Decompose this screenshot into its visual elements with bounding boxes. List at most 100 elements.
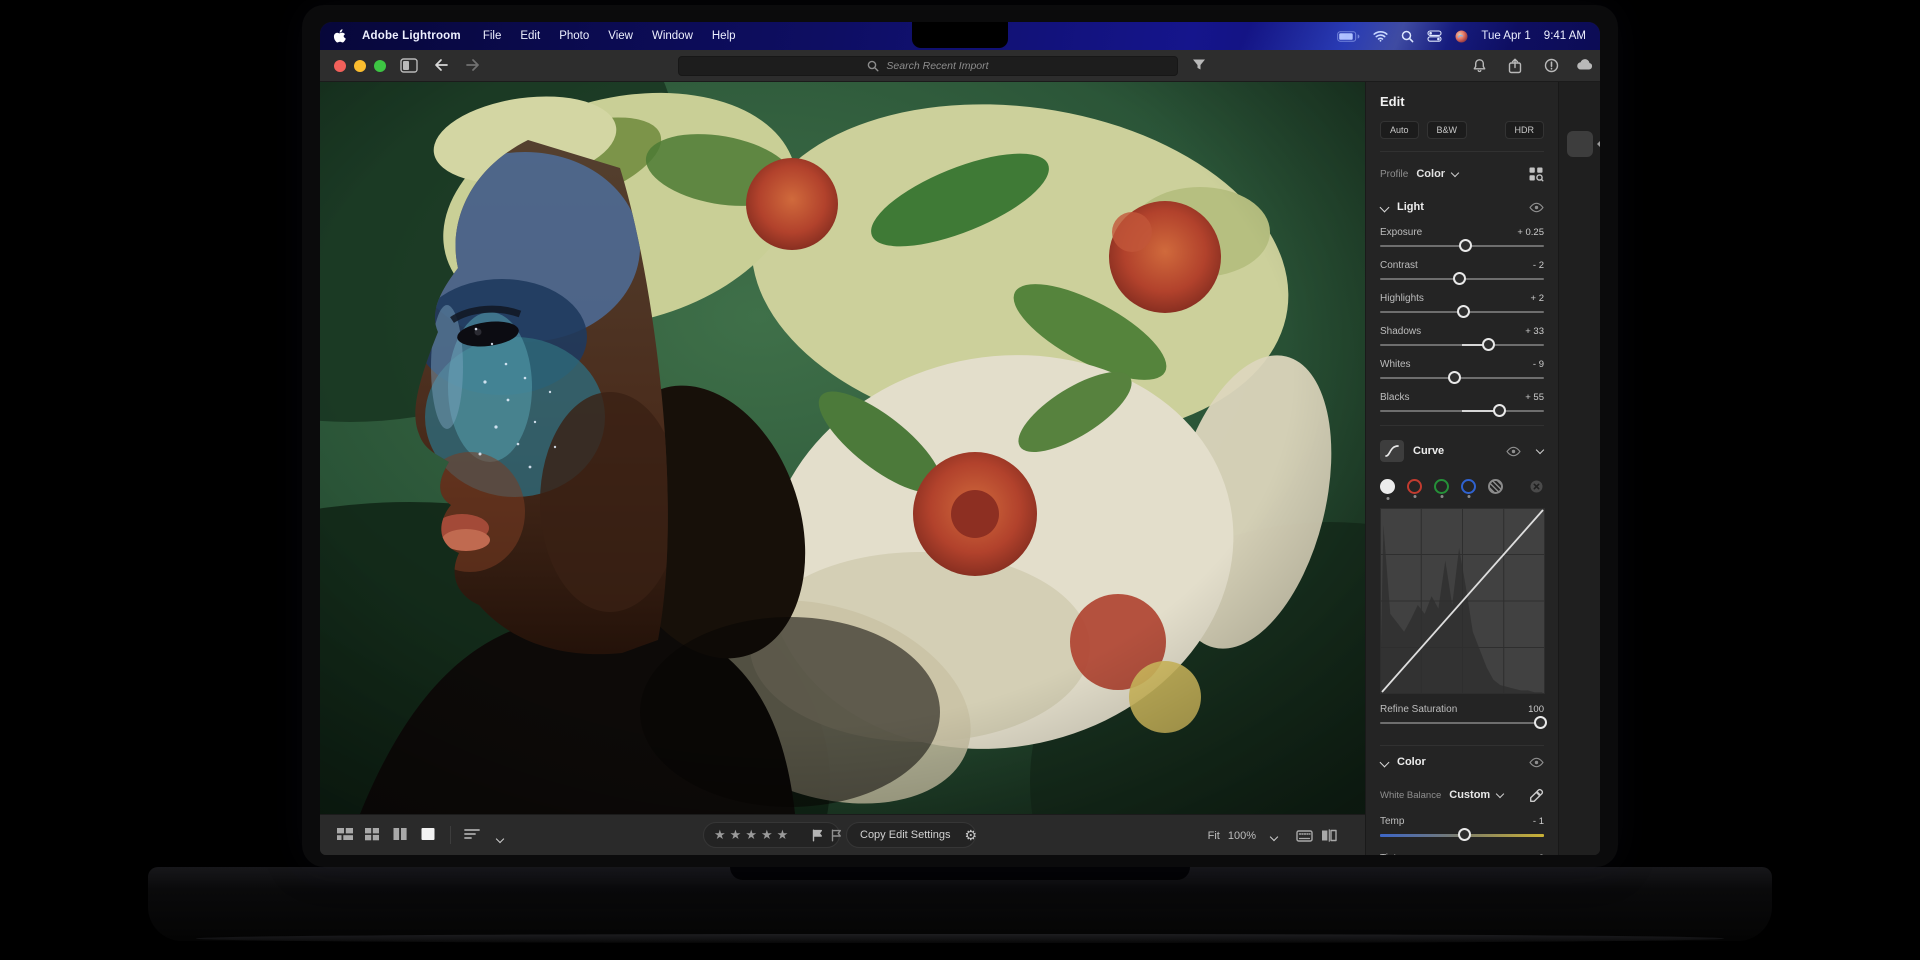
profile-dropdown[interactable]: Color xyxy=(1416,168,1445,180)
search-input[interactable]: Search Recent Import xyxy=(678,56,1178,76)
slider-knob[interactable] xyxy=(1492,404,1506,417)
cloud-sync-icon[interactable] xyxy=(1576,58,1594,71)
menu-item-help[interactable]: Help xyxy=(712,30,736,42)
slider-knob[interactable] xyxy=(1447,371,1461,384)
app-name[interactable]: Adobe Lightroom xyxy=(362,30,461,42)
curve-channel-parametric[interactable] xyxy=(1488,478,1503,494)
light-section-header[interactable]: Light xyxy=(1380,201,1544,213)
star-icon[interactable]: ★ xyxy=(730,823,742,847)
tone-curve-graph[interactable] xyxy=(1380,508,1545,694)
apple-menu-icon[interactable] xyxy=(333,28,346,44)
slider-knob[interactable] xyxy=(1458,828,1472,841)
slider-track[interactable] xyxy=(1380,305,1544,318)
white-balance-eyedropper-icon[interactable] xyxy=(1529,788,1544,803)
battery-icon[interactable] xyxy=(1337,30,1360,42)
curve-reset-icon[interactable] xyxy=(1529,479,1544,494)
light-collapse-chevron-icon[interactable] xyxy=(1380,203,1389,212)
slider-knob[interactable] xyxy=(1453,272,1467,285)
slider-knob[interactable] xyxy=(1459,239,1473,252)
before-after-view-icon[interactable] xyxy=(1321,829,1337,842)
color-visibility-eye-icon[interactable] xyxy=(1529,757,1544,768)
mode-button-hdr[interactable]: HDR xyxy=(1504,121,1544,139)
rail-versions-icon[interactable] xyxy=(1567,288,1593,314)
refine-saturation-knob[interactable] xyxy=(1533,716,1547,729)
profile-chevron-icon[interactable] xyxy=(1451,168,1459,176)
curve-section-header[interactable]: Curve xyxy=(1380,440,1544,462)
curve-channel-luma[interactable] xyxy=(1380,478,1395,500)
slider-track[interactable] xyxy=(1380,404,1544,417)
menu-time[interactable]: 9:41 AM xyxy=(1544,30,1586,42)
white-balance-dropdown[interactable]: Custom xyxy=(1449,789,1490,801)
curve-channel-blue[interactable] xyxy=(1461,478,1476,498)
forward-button[interactable] xyxy=(466,58,482,72)
slider-knob[interactable] xyxy=(1456,305,1470,318)
slider-track[interactable] xyxy=(1380,828,1544,841)
curve-visibility-eye-icon[interactable] xyxy=(1506,446,1521,457)
close-window-button[interactable] xyxy=(334,60,346,72)
menu-item-view[interactable]: View xyxy=(608,30,633,42)
rail-presets-icon[interactable] xyxy=(1567,96,1593,122)
menu-item-edit[interactable]: Edit xyxy=(520,30,540,42)
copy-edit-settings-button[interactable]: Copy Edit Settings xyxy=(847,829,951,841)
back-button[interactable] xyxy=(432,58,448,72)
rail-masking-icon[interactable] xyxy=(1567,244,1593,270)
slider-track[interactable] xyxy=(1380,239,1544,252)
sort-chevron-icon[interactable] xyxy=(496,834,504,842)
sync-status-icon[interactable] xyxy=(1544,58,1559,73)
pick-flag-icon[interactable] xyxy=(812,829,823,842)
zoom-chevron-icon[interactable] xyxy=(1270,832,1278,840)
spotlight-search-icon[interactable] xyxy=(1401,30,1414,43)
color-section-header[interactable]: Color xyxy=(1380,756,1544,768)
slider-knob[interactable] xyxy=(1482,338,1496,351)
white-balance-chevron-icon[interactable] xyxy=(1496,789,1504,797)
slider-track[interactable] xyxy=(1380,272,1544,285)
notifications-bell-icon[interactable] xyxy=(1472,58,1487,73)
sidebar-toggle-icon[interactable] xyxy=(400,58,418,73)
rail-keywords-icon[interactable] xyxy=(1567,784,1593,810)
color-collapse-chevron-icon[interactable] xyxy=(1380,758,1389,767)
star-rating[interactable]: ★ ★ ★ ★ ★ xyxy=(704,823,798,847)
menu-date[interactable]: Tue Apr 1 xyxy=(1481,30,1530,42)
curve-collapse-chevron-icon[interactable] xyxy=(1536,445,1544,453)
profile-browse-icon[interactable] xyxy=(1528,166,1544,182)
rail-info-icon[interactable] xyxy=(1567,832,1593,855)
star-icon[interactable]: ★ xyxy=(761,823,773,847)
refine-saturation-track[interactable] xyxy=(1380,716,1547,729)
slider-track[interactable] xyxy=(1380,371,1544,384)
detail-view-icon[interactable] xyxy=(420,827,436,841)
star-icon[interactable]: ★ xyxy=(714,823,726,847)
zoom-window-button[interactable] xyxy=(374,60,386,72)
star-icon[interactable]: ★ xyxy=(745,823,757,847)
menu-item-photo[interactable]: Photo xyxy=(559,30,589,42)
minimize-window-button[interactable] xyxy=(354,60,366,72)
rail-crop-icon[interactable] xyxy=(1567,174,1593,200)
wifi-icon[interactable] xyxy=(1373,30,1388,42)
sort-icon[interactable] xyxy=(464,828,480,840)
compare-view-icon[interactable] xyxy=(392,827,408,841)
curve-channel-green[interactable] xyxy=(1434,478,1449,498)
square-grid-view-icon[interactable] xyxy=(364,827,380,841)
share-icon[interactable] xyxy=(1508,58,1522,74)
mode-button-auto[interactable]: Auto xyxy=(1380,121,1419,139)
mode-button-bw[interactable]: B&W xyxy=(1426,121,1468,139)
rail-comments-icon[interactable] xyxy=(1567,746,1593,772)
menu-item-file[interactable]: File xyxy=(483,30,502,42)
reject-flag-icon[interactable] xyxy=(831,829,842,842)
control-center-icon[interactable] xyxy=(1427,30,1442,42)
settings-gear-icon[interactable]: ⚙ xyxy=(965,827,978,844)
curve-channel-red[interactable] xyxy=(1407,478,1422,498)
photo-grid-view-icon[interactable] xyxy=(336,827,354,841)
rail-more-icon[interactable] xyxy=(1567,322,1593,348)
zoom-level[interactable]: 100% xyxy=(1228,830,1256,842)
menu-item-window[interactable]: Window xyxy=(652,30,693,42)
tone-curve-icon[interactable] xyxy=(1380,440,1404,462)
filmstrip-toggle-icon[interactable] xyxy=(1296,829,1313,842)
light-visibility-eye-icon[interactable] xyxy=(1529,202,1544,213)
rail-edit-icon[interactable] xyxy=(1566,131,1593,157)
siri-icon[interactable] xyxy=(1455,30,1468,43)
star-icon[interactable]: ★ xyxy=(777,823,789,847)
zoom-fit-label[interactable]: Fit xyxy=(1208,830,1220,842)
rail-heal-icon[interactable] xyxy=(1567,209,1593,235)
slider-track[interactable] xyxy=(1380,338,1544,351)
filter-icon[interactable] xyxy=(1192,58,1206,71)
